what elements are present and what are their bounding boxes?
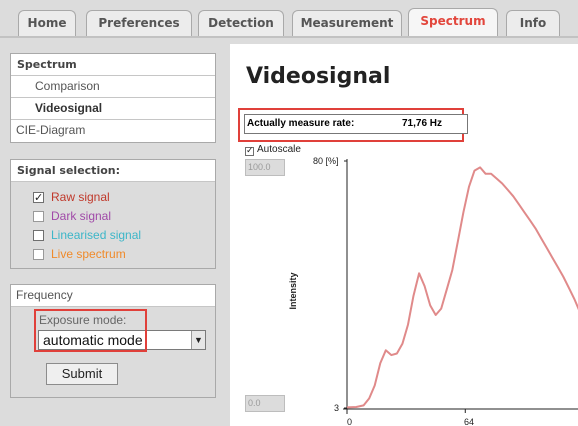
series-line-0 — [346, 166, 578, 409]
videosignal-chart — [343, 159, 578, 414]
